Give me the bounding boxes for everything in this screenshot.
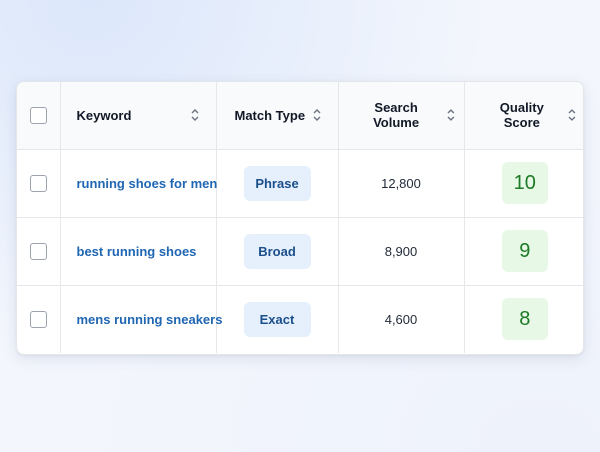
column-header-label: Keyword — [76, 107, 132, 123]
select-all-checkbox[interactable] — [29, 106, 47, 124]
row-select-cell — [17, 285, 61, 353]
keyword-table-card: Keyword Match Type Search Volume Quality… — [16, 81, 584, 355]
row-checkbox[interactable] — [29, 242, 47, 260]
match-type-cell: Exact — [216, 285, 339, 353]
table-header-row: Keyword Match Type Search Volume Quality… — [17, 82, 583, 150]
row-select-cell — [17, 149, 61, 218]
match-type-badge: Exact — [243, 301, 311, 337]
keyword-link[interactable]: best running shoes — [60, 217, 217, 286]
table-row: running shoes for men Phrase 12,800 10 — [17, 149, 583, 218]
sort-icon[interactable] — [190, 108, 200, 122]
match-type-badge: Phrase — [243, 165, 311, 201]
table-row: mens running sneakers Exact 4,600 8 — [17, 285, 583, 353]
row-checkbox[interactable] — [29, 310, 47, 328]
column-header-search-volume[interactable]: Search Volume — [338, 82, 465, 150]
sort-icon[interactable] — [446, 108, 456, 122]
select-all-cell — [17, 82, 61, 150]
quality-score-badge: 8 — [501, 298, 548, 341]
row-checkbox[interactable] — [29, 174, 47, 192]
table-row: best running shoes Broad 8,900 9 — [17, 217, 583, 286]
match-type-badge: Broad — [243, 233, 311, 269]
column-header-match-type[interactable]: Match Type — [216, 82, 339, 150]
column-header-quality-score[interactable]: Quality Score — [464, 82, 583, 150]
search-volume-value: 4,600 — [338, 285, 465, 353]
column-header-label: Search Volume — [373, 100, 420, 131]
row-select-cell — [17, 217, 61, 286]
search-volume-value: 12,800 — [338, 149, 465, 218]
quality-score-cell: 10 — [464, 149, 583, 218]
keyword-table: Keyword Match Type Search Volume Quality… — [17, 82, 583, 353]
quality-score-badge: 10 — [501, 162, 548, 204]
column-header-keyword[interactable]: Keyword — [60, 82, 217, 150]
keyword-link[interactable]: running shoes for men — [60, 149, 217, 218]
sort-icon[interactable] — [312, 108, 322, 122]
keyword-link[interactable]: mens running sneakers — [60, 285, 222, 353]
match-type-cell: Broad — [216, 217, 339, 286]
quality-score-badge: 9 — [501, 230, 548, 272]
search-volume-value: 8,900 — [338, 217, 465, 286]
sort-icon[interactable] — [567, 108, 577, 122]
quality-score-cell: 8 — [464, 285, 583, 353]
quality-score-cell: 9 — [464, 217, 583, 286]
column-header-label: Match Type — [234, 107, 306, 123]
match-type-cell: Phrase — [216, 149, 339, 218]
column-header-label: Quality Score — [499, 100, 544, 131]
